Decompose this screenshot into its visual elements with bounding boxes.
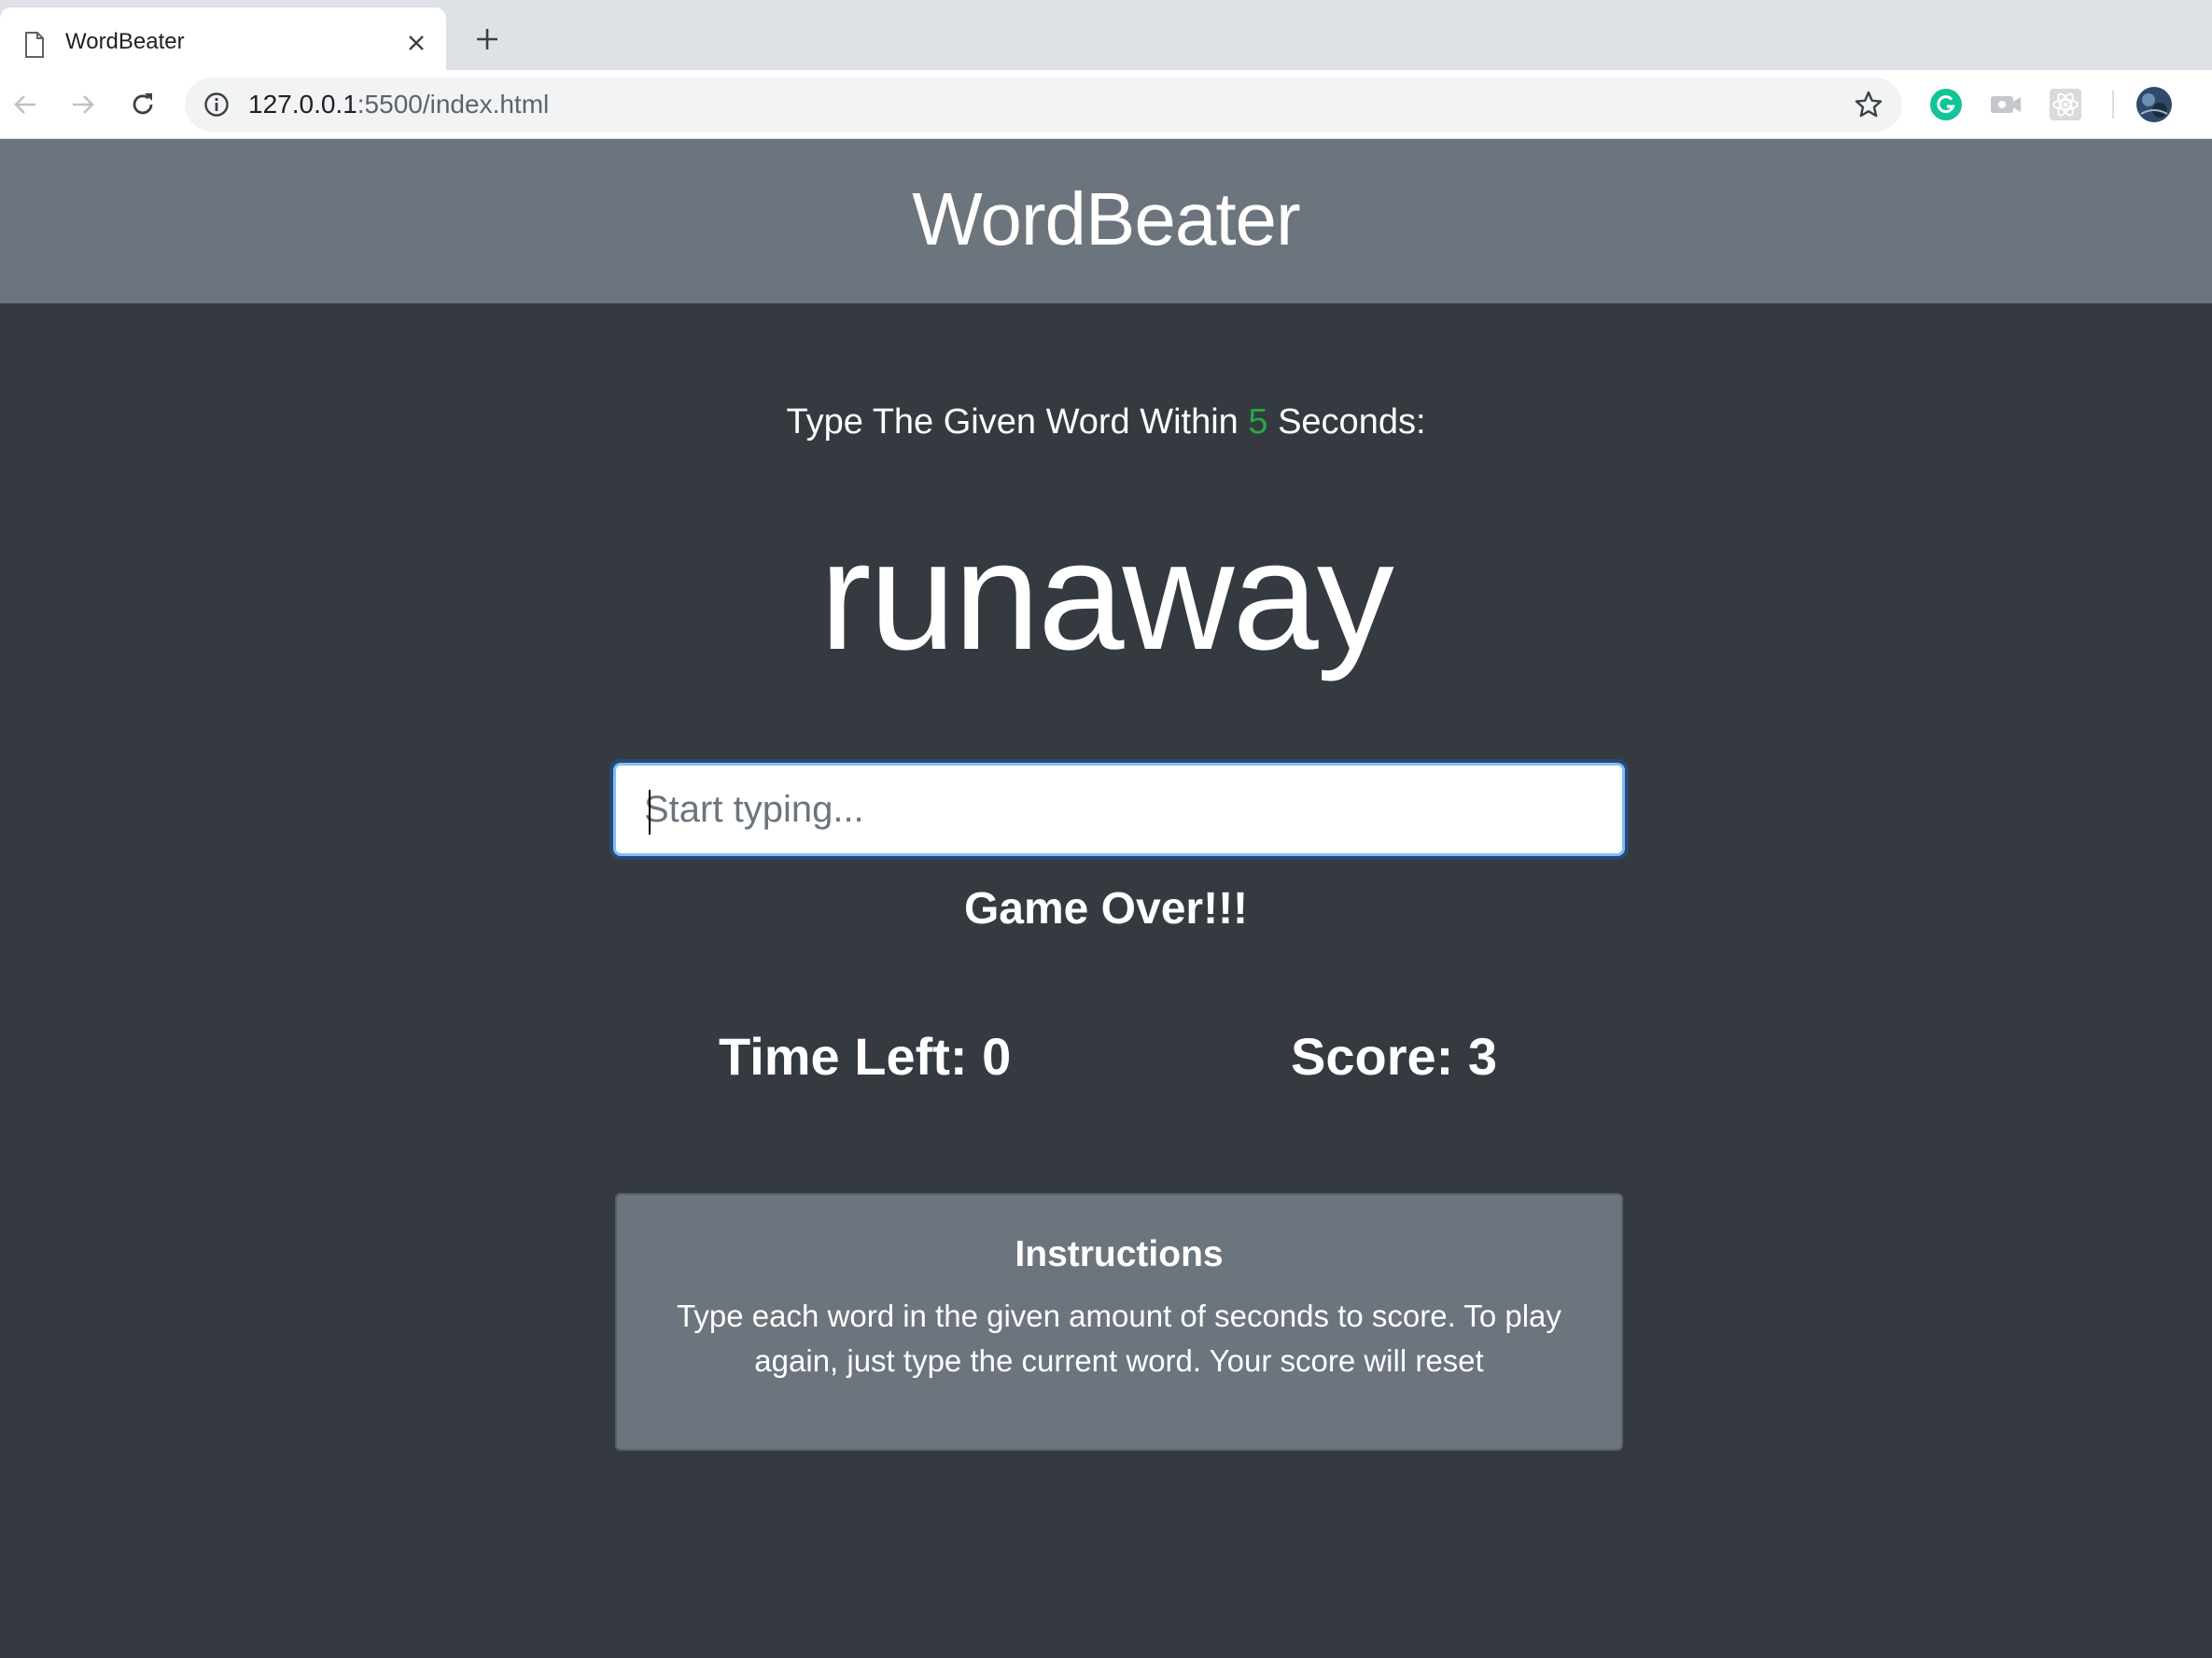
reload-icon[interactable] (123, 85, 162, 124)
url-host: 127.0.0.1 (248, 90, 357, 119)
text-caret (649, 790, 651, 835)
address-bar[interactable]: 127.0.0.1:5500/index.html (185, 77, 1902, 132)
score-value: 3 (1467, 1027, 1498, 1086)
score-label: Score: (1291, 1027, 1454, 1086)
browser-tab[interactable]: WordBeater (0, 7, 446, 70)
word-input[interactable] (616, 766, 1622, 853)
app-title: WordBeater (912, 177, 1300, 260)
back-arrow-icon[interactable] (6, 85, 45, 124)
current-word: runaway (819, 510, 1393, 682)
seconds-count: 5 (1248, 402, 1268, 442)
instructions-title: Instructions (1015, 1234, 1224, 1274)
time-left-label: Time Left: (719, 1027, 968, 1086)
tab-title: WordBeater (65, 29, 185, 54)
app-header: WordBeater (0, 139, 2212, 303)
instructions-body: Type each word in the given amount of se… (677, 1299, 1561, 1378)
toolbar-divider (2112, 91, 2114, 119)
game-message: Game Over!!! (963, 884, 1249, 934)
word-input-container (613, 763, 1625, 856)
page: WordBeater Type The Given Word Within 5 … (0, 139, 2212, 1658)
page-icon (25, 32, 44, 58)
time-left: Time Left: 0 (719, 1024, 1011, 1089)
forward-arrow-icon[interactable] (63, 85, 103, 124)
lead-prefix: Type The Given Word Within (786, 402, 1239, 442)
extension-icon[interactable] (1988, 87, 2023, 122)
plus-icon[interactable] (469, 21, 506, 58)
close-icon[interactable] (399, 26, 433, 60)
lead-suffix: Seconds: (1278, 402, 1426, 442)
time-left-value: 0 (982, 1027, 1012, 1086)
score: Score: 3 (1291, 1024, 1497, 1089)
url-path: :5500/index.html (357, 90, 550, 119)
instruction-line: Type The Given Word Within 5 Seconds: (0, 399, 2212, 445)
url-text[interactable]: 127.0.0.1:5500/index.html (248, 89, 549, 120)
grammarly-icon[interactable] (1928, 87, 1964, 122)
browser-tabstrip: WordBeater (0, 0, 2212, 70)
star-icon[interactable] (1854, 90, 1883, 119)
react-devtools-icon[interactable] (2048, 87, 2083, 122)
browser-toolbar: 127.0.0.1:5500/index.html (0, 70, 2212, 139)
profile-avatar[interactable] (2135, 85, 2174, 124)
instructions-card: Instructions Type each word in the given… (615, 1193, 1623, 1451)
info-icon[interactable] (203, 91, 230, 118)
